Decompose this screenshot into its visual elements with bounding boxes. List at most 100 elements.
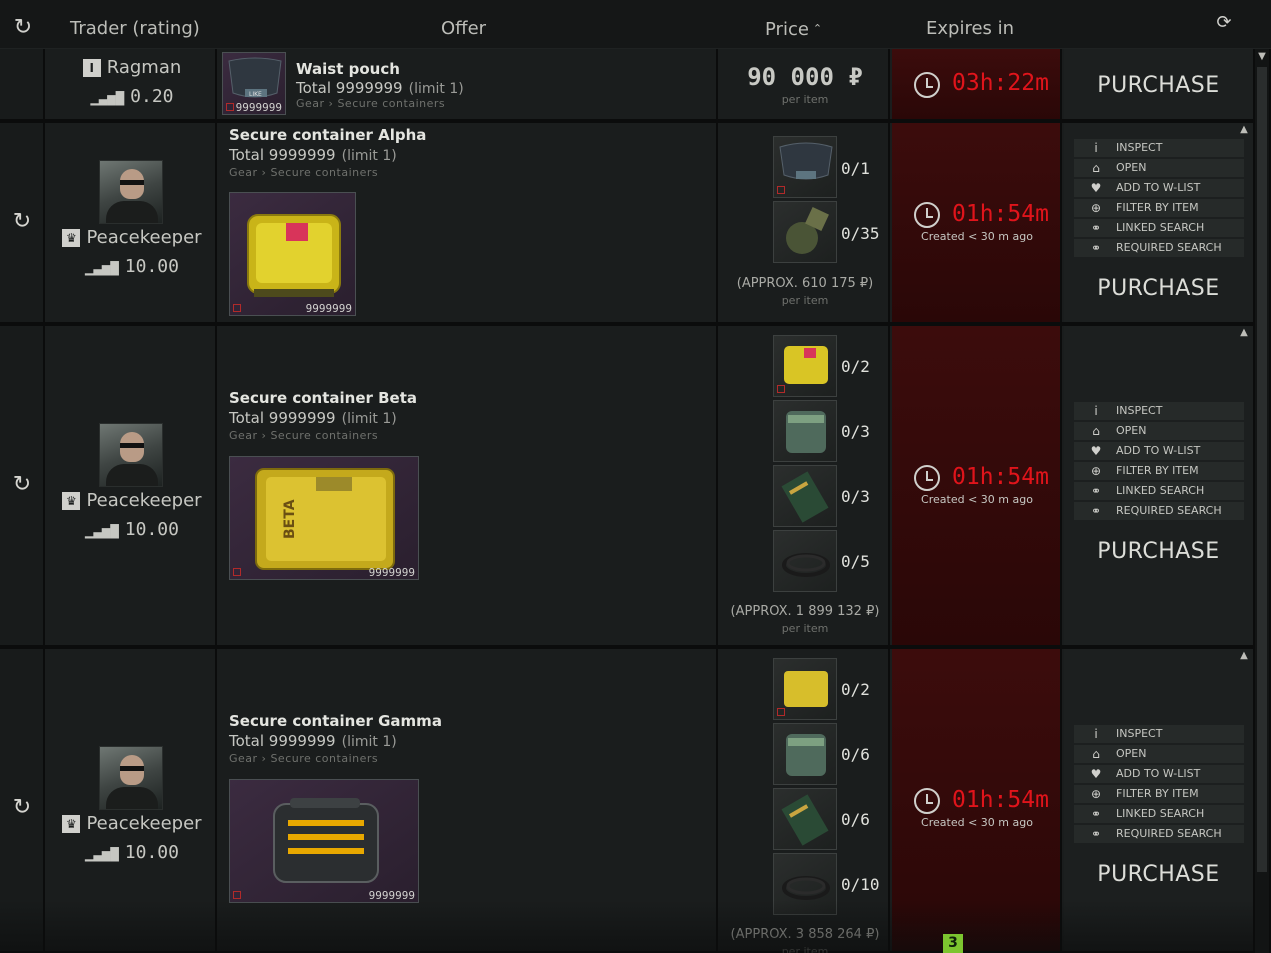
menu-open[interactable]: ⌂ OPEN xyxy=(1074,422,1244,440)
required-item-cable[interactable] xyxy=(773,530,837,592)
menu-add-to-wishlist[interactable]: ♥ ADD TO W-LIST xyxy=(1074,765,1244,783)
menu-open[interactable]: ⌂ OPEN xyxy=(1074,745,1244,763)
menu-required-search[interactable]: ⚭ REQUIRED SEARCH xyxy=(1074,502,1244,520)
avatar-body xyxy=(106,464,158,486)
trader-level-badge: ♛ xyxy=(62,229,81,247)
expires-column-header[interactable]: Expires in xyxy=(926,0,1014,49)
menu-linked-search[interactable]: ⚭ LINKED SEARCH xyxy=(1074,219,1244,237)
menu-required-search[interactable]: ⚭ REQUIRED SEARCH xyxy=(1074,825,1244,843)
item-corner-marker xyxy=(777,186,785,194)
trader-name-label: Peacekeeper xyxy=(86,227,202,248)
svg-text:BETA: BETA xyxy=(282,499,298,539)
price-cell: 0/2 0/6 0/6 0/10 (APPROX. 3 858 264 ₽) p… xyxy=(720,649,890,953)
required-item-beta-container[interactable] xyxy=(773,658,837,720)
required-item-green-case[interactable] xyxy=(773,400,837,462)
purchase-button[interactable]: PURCHASE xyxy=(1064,539,1253,564)
trader-name-label: Ragman xyxy=(106,57,182,78)
rating-icon: ▁▃▅▇ xyxy=(85,523,119,539)
trader-name[interactable]: I Ragman xyxy=(47,57,217,78)
menu-open-label: OPEN xyxy=(1116,424,1147,437)
menu-add-to-wishlist[interactable]: ♥ ADD TO W-LIST xyxy=(1074,179,1244,197)
avatar-body xyxy=(106,201,158,223)
scroll-chevron-icon[interactable]: ▼ xyxy=(1255,50,1269,64)
rating-value: 10.00 xyxy=(124,256,179,277)
linked-search-icon: ⚭ xyxy=(1090,221,1102,235)
trader-avatar[interactable] xyxy=(99,746,163,810)
trader-name[interactable]: ♛ Peacekeeper xyxy=(47,227,217,248)
expires-cell: 03h:22m xyxy=(892,49,1062,119)
menu-inspect[interactable]: i INSPECT xyxy=(1074,725,1244,743)
offer-column-header[interactable]: Offer xyxy=(441,0,486,49)
linked-search-icon: ⚭ xyxy=(1090,807,1102,821)
trader-avatar[interactable] xyxy=(99,423,163,487)
offer-title[interactable]: Secure container Gamma xyxy=(229,712,442,730)
offer-title[interactable]: Waist pouch xyxy=(296,60,400,78)
menu-open-label: OPEN xyxy=(1116,747,1147,760)
scrollbar-thumb[interactable] xyxy=(1257,67,1267,872)
row-refresh-cell: ↻ xyxy=(0,123,45,322)
trader-column-header[interactable]: Trader (rating) xyxy=(70,0,200,49)
menu-filter-by-item[interactable]: ⊕ FILTER BY ITEM xyxy=(1074,785,1244,803)
menu-inspect-label: INSPECT xyxy=(1116,404,1163,417)
menu-linked-label: LINKED SEARCH xyxy=(1116,807,1205,820)
trader-level-badge: ♛ xyxy=(62,815,81,833)
requirement-count: 0/2 xyxy=(841,680,870,699)
trader-rating: ▁▃▅▇ 10.00 xyxy=(47,519,217,540)
item-corner-marker xyxy=(233,891,241,899)
alpha-container-item-icon[interactable]: 9999999 xyxy=(229,192,356,316)
required-item-circuit-board[interactable] xyxy=(773,788,837,850)
required-item-alpha-container[interactable] xyxy=(773,335,837,397)
trader-cell: ♛ Peacekeeper ▁▃▅▇ 10.00 xyxy=(47,326,217,645)
menu-linked-search[interactable]: ⚭ LINKED SEARCH xyxy=(1074,805,1244,823)
menu-filter-by-item[interactable]: ⊕ FILTER BY ITEM xyxy=(1074,199,1244,217)
menu-filter-label: FILTER BY ITEM xyxy=(1116,787,1199,800)
purchase-button[interactable]: PURCHASE xyxy=(1064,276,1253,301)
menu-wishlist-label: ADD TO W-LIST xyxy=(1116,444,1201,457)
menu-open[interactable]: ⌂ OPEN xyxy=(1074,159,1244,177)
refresh-offer-icon[interactable]: ↻ xyxy=(9,209,35,235)
purchase-button[interactable]: PURCHASE xyxy=(1064,862,1253,887)
menu-inspect[interactable]: i INSPECT xyxy=(1074,402,1244,420)
waist-pouch-item-icon[interactable]: LIKE 9999999 xyxy=(222,52,286,115)
offer-context-menu: i INSPECT ⌂ OPEN ♥ ADD TO W-LIST ⊕ FILTER BY… xyxy=(1074,725,1244,845)
reload-icon[interactable]: ⟳ xyxy=(1212,12,1236,36)
required-item-green-case[interactable] xyxy=(773,723,837,785)
collapse-chevron-icon[interactable]: ▲ xyxy=(1237,123,1251,137)
offer-title[interactable]: Secure container Beta xyxy=(229,389,417,407)
actions-cell: i INSPECT ⌂ OPEN ♥ ADD TO W-LIST ⊕ FILTER BY… xyxy=(1064,123,1253,322)
menu-linked-search[interactable]: ⚭ LINKED SEARCH xyxy=(1074,482,1244,500)
menu-required-search[interactable]: ⚭ REQUIRED SEARCH xyxy=(1074,239,1244,257)
beta-container-item-icon[interactable]: BETA 9999999 xyxy=(229,456,419,580)
svg-text:LIKE: LIKE xyxy=(249,91,262,98)
collapse-chevron-icon[interactable]: ▲ xyxy=(1237,326,1251,340)
required-item-cable[interactable] xyxy=(773,853,837,915)
refresh-offer-icon[interactable]: ↻ xyxy=(9,472,35,498)
rating-value: 10.00 xyxy=(124,519,179,540)
row-refresh-cell: ↻ xyxy=(0,326,45,645)
page-number-badge[interactable]: 3 xyxy=(943,934,963,953)
refresh-all-icon[interactable]: ↻ xyxy=(10,15,36,41)
required-item-waist-pouch[interactable] xyxy=(773,136,837,198)
trader-name[interactable]: ♛ Peacekeeper xyxy=(47,813,217,834)
required-item-circuit-board[interactable] xyxy=(773,465,837,527)
offer-row: ↻ ♛ Peacekeeper ▁▃▅▇ 10.00 Secure containe… xyxy=(0,326,1253,647)
offer-cell: LIKE 9999999 Waist pouch Total 9999999 (l… xyxy=(219,49,718,119)
menu-add-to-wishlist[interactable]: ♥ ADD TO W-LIST xyxy=(1074,442,1244,460)
per-item-label: per item xyxy=(781,622,829,635)
required-item-grenade[interactable] xyxy=(773,201,837,263)
purchase-button[interactable]: PURCHASE xyxy=(1064,73,1253,98)
gamma-container-item-icon[interactable]: 9999999 xyxy=(229,779,419,903)
trader-name[interactable]: ♛ Peacekeeper xyxy=(47,490,217,511)
menu-required-label: REQUIRED SEARCH xyxy=(1116,241,1222,254)
refresh-offer-icon[interactable]: ↻ xyxy=(9,795,35,821)
collapse-chevron-icon[interactable]: ▲ xyxy=(1237,649,1251,663)
trader-rating: ▁▃▅▇ 10.00 xyxy=(47,256,217,277)
menu-inspect[interactable]: i INSPECT xyxy=(1074,139,1244,157)
price-column-header[interactable]: Price ⌃ xyxy=(765,0,822,49)
offer-title[interactable]: Secure container Alpha xyxy=(229,126,426,144)
menu-filter-by-item[interactable]: ⊕ FILTER BY ITEM xyxy=(1074,462,1244,480)
trader-level-badge: ♛ xyxy=(62,492,81,510)
avatar-glasses xyxy=(120,443,144,448)
offers-header: ↻ Trader (rating) Offer Price ⌃ Expires i… xyxy=(0,0,1271,49)
trader-avatar[interactable] xyxy=(99,160,163,224)
